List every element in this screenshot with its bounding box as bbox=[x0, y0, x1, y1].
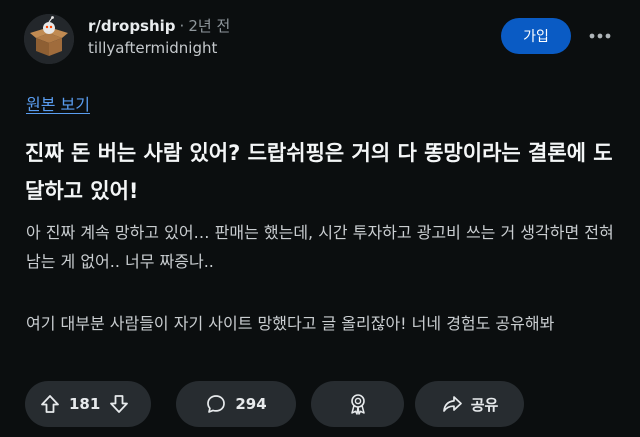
separator-dot: · bbox=[179, 17, 185, 35]
post-time: 2년 전 bbox=[188, 17, 231, 35]
comment-count: 294 bbox=[235, 395, 267, 413]
more-horizontal-icon[interactable] bbox=[584, 22, 616, 50]
arrow-down-icon[interactable] bbox=[108, 393, 130, 415]
award-button[interactable] bbox=[311, 381, 404, 427]
post-body-paragraph-2: 여기 대부분 사람들이 자기 사이트 망했다고 글 올리잖아! 너네 경험도 공… bbox=[26, 314, 555, 333]
share-button[interactable]: 공유 bbox=[415, 381, 524, 427]
vote-control: 181 bbox=[25, 381, 151, 427]
join-button[interactable]: 가입 bbox=[501, 18, 571, 54]
share-label: 공유 bbox=[470, 395, 499, 414]
post-header: r/dropship · 2년 전 tillyaftermidnight 가입 bbox=[24, 14, 620, 66]
post-body-paragraph-1: 아 진짜 계속 망하고 있어… 판매는 했는데, 시간 투자하고 광고비 쓰는 … bbox=[26, 223, 614, 271]
snoo-box-avatar-icon bbox=[24, 14, 74, 64]
post-action-bar: 181 294 공유 bbox=[25, 381, 625, 427]
share-arrow-icon bbox=[441, 393, 463, 415]
comment-bubble-icon bbox=[205, 393, 227, 415]
arrow-up-icon[interactable] bbox=[39, 393, 61, 415]
post-title: 진짜 돈 버는 사람 있어? 드랍쉬핑은 거의 다 똥망이라는 결론에 도달하고… bbox=[25, 141, 613, 203]
view-original-link[interactable]: 원본 보기 bbox=[26, 91, 90, 115]
subreddit-avatar[interactable] bbox=[24, 14, 74, 64]
subreddit-line: r/dropship · 2년 전 bbox=[88, 15, 230, 36]
vote-count: 181 bbox=[69, 395, 101, 413]
author-username[interactable]: tillyaftermidnight bbox=[88, 39, 217, 57]
comments-button[interactable]: 294 bbox=[176, 381, 296, 427]
subreddit-name[interactable]: r/dropship bbox=[88, 17, 176, 35]
award-icon bbox=[346, 392, 370, 416]
